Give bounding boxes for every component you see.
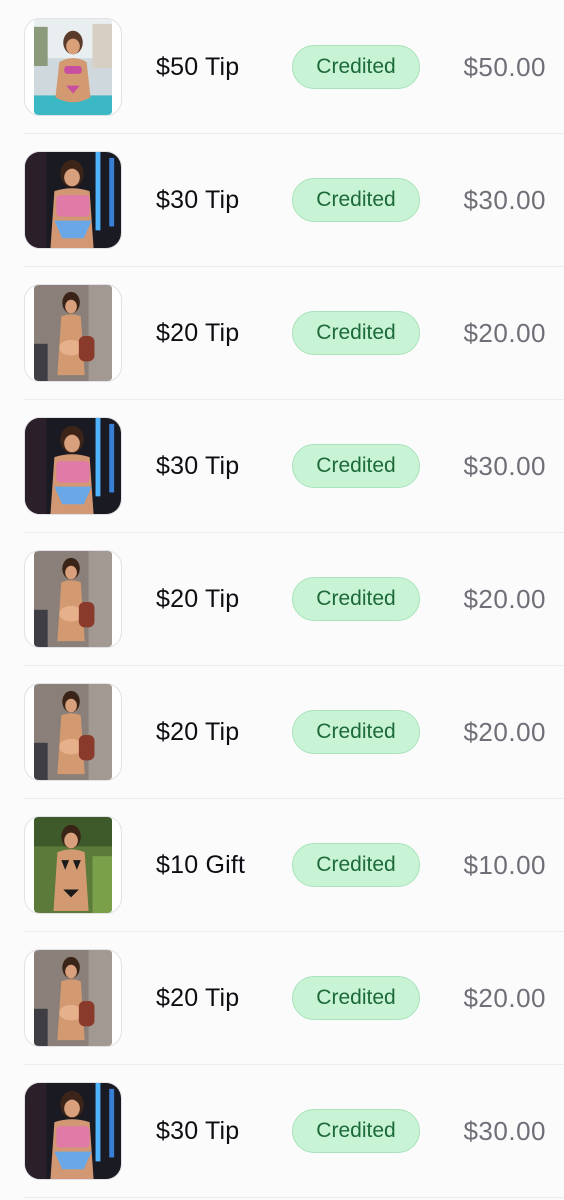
transaction-title: $20 Tip [156, 584, 240, 613]
transaction-row[interactable]: $10 Gift Credited $10.00 [24, 799, 564, 932]
status-badge: Credited [292, 444, 420, 488]
sender-avatar[interactable] [24, 284, 122, 382]
avatar-image-pool [34, 19, 112, 115]
transaction-title: $20 Tip [156, 318, 240, 347]
transaction-amount: $20.00 [463, 982, 546, 1013]
transaction-title: $20 Tip [156, 983, 240, 1012]
transaction-title: $30 Tip [156, 451, 240, 480]
transaction-title: $30 Tip [156, 185, 240, 214]
sender-avatar[interactable] [24, 18, 122, 116]
avatar-image-room [34, 551, 112, 647]
sender-avatar[interactable] [24, 816, 122, 914]
avatar-image-neon [25, 152, 121, 248]
avatar-image-room [34, 950, 112, 1046]
status-badge: Credited [292, 178, 420, 222]
sender-avatar[interactable] [24, 949, 122, 1047]
transaction-list: $50 Tip Credited $50.00 $30 Tip Credited… [0, 0, 564, 1200]
transaction-amount: $20.00 [463, 716, 546, 747]
transaction-title: $50 Tip [156, 52, 240, 81]
avatar-image-neon [25, 418, 121, 514]
transaction-row[interactable]: $20 Tip Credited $20.00 [24, 533, 564, 666]
status-badge: Credited [292, 843, 420, 887]
sender-avatar[interactable] [24, 1082, 122, 1180]
avatar-image-neon [25, 1083, 121, 1179]
status-badge: Credited [292, 1109, 420, 1153]
sender-avatar[interactable] [24, 151, 122, 249]
transaction-amount: $20.00 [463, 583, 546, 614]
status-badge: Credited [292, 577, 420, 621]
transaction-row[interactable]: $30 Tip Credited $30.00 [24, 400, 564, 533]
avatar-image-garden [34, 817, 112, 913]
sender-avatar[interactable] [24, 683, 122, 781]
status-badge: Credited [292, 45, 420, 89]
transaction-amount: $20.00 [463, 317, 546, 348]
transaction-amount: $30.00 [463, 450, 546, 481]
transaction-amount: $30.00 [463, 184, 546, 215]
transaction-title: $30 Tip [156, 1116, 240, 1145]
transaction-row[interactable]: $20 Tip Credited $20.00 [24, 267, 564, 400]
transaction-row[interactable]: $20 Tip Credited $20.00 [24, 932, 564, 1065]
status-badge: Credited [292, 311, 420, 355]
transaction-amount: $30.00 [463, 1115, 546, 1146]
transaction-row[interactable]: $50 Tip Credited $50.00 [24, 1, 564, 134]
transaction-title: $20 Tip [156, 717, 240, 746]
sender-avatar[interactable] [24, 417, 122, 515]
status-badge: Credited [292, 710, 420, 754]
transaction-row[interactable]: $30 Tip Credited $30.00 [24, 1065, 564, 1198]
transaction-row[interactable]: $20 Tip Credited $20.00 [24, 666, 564, 799]
transaction-amount: $10.00 [463, 849, 546, 880]
status-badge: Credited [292, 976, 420, 1020]
avatar-image-room [34, 285, 112, 381]
sender-avatar[interactable] [24, 550, 122, 648]
transaction-title: $10 Gift [156, 850, 246, 879]
transaction-amount: $50.00 [463, 51, 546, 82]
transaction-row[interactable]: $30 Tip Credited $30.00 [24, 134, 564, 267]
avatar-image-room [34, 684, 112, 780]
